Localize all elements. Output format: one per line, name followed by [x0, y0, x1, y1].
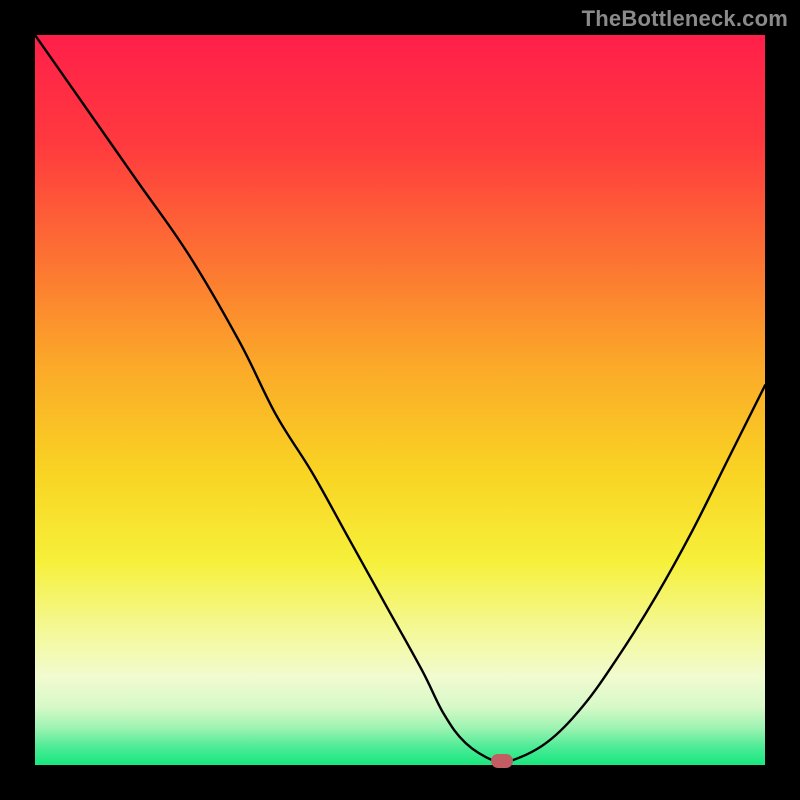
chart-frame: TheBottleneck.com: [0, 0, 800, 800]
plot-area: [35, 35, 765, 765]
optimum-marker: [491, 754, 513, 768]
bottleneck-curve: [35, 35, 765, 765]
watermark-text: TheBottleneck.com: [582, 6, 788, 32]
